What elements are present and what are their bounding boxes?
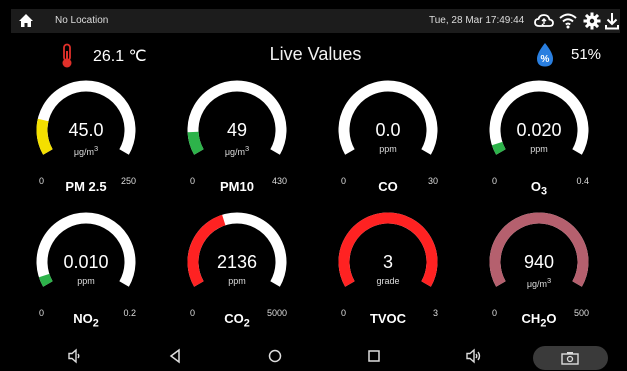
gauge-track [36, 212, 136, 287]
live-values-screen: 26.1 ℃ Live Values % 51% 45.0 μg/m3 PM 2.5… [11, 33, 620, 343]
gauge-track [36, 80, 136, 155]
gauge-track [489, 80, 589, 155]
gauge-min: 0 [39, 308, 45, 318]
recents-icon[interactable] [366, 348, 382, 369]
gauge-max: 3 [432, 308, 438, 318]
gauge-fill [338, 212, 438, 287]
gauge-value: 940 [523, 252, 555, 272]
navigation-bar [11, 343, 620, 370]
home-circle-icon[interactable] [267, 348, 283, 369]
gauge-unit: ppm [530, 144, 548, 154]
status-bar: No Location Tue, 28 Mar 17:49:44 [11, 9, 620, 33]
gauge-max: 0.4 [576, 176, 589, 186]
gauge-unit: ppm [379, 144, 397, 154]
gauge-unit: ppm [77, 276, 95, 286]
volume-up-icon[interactable] [465, 348, 483, 369]
gauge-max: 430 [271, 176, 287, 186]
gauge-unit: μg/m3 [526, 276, 552, 289]
gauge-value: 3 [382, 252, 393, 272]
gauge-max: 500 [573, 308, 589, 318]
gauge-max: 250 [120, 176, 136, 186]
screenshot-camera-icon [560, 350, 580, 371]
gauge-min: 0 [341, 308, 347, 318]
gauge-fill [489, 212, 589, 287]
cloud-sync-icon[interactable] [534, 12, 554, 35]
gauge-track [338, 80, 438, 155]
gauge-max: 5000 [266, 308, 287, 318]
gauge-min: 0 [492, 176, 498, 186]
datetime-label: Tue, 28 Mar 17:49:44 [429, 15, 525, 26]
wifi-icon[interactable] [558, 12, 578, 34]
volume-down-icon[interactable] [67, 348, 83, 369]
gauge-value: 0.020 [516, 120, 562, 140]
gauge-unit: grade [376, 276, 400, 286]
gauge-min: 0 [39, 176, 45, 186]
settings-gear-icon[interactable] [583, 12, 601, 35]
gauge-value: 0.0 [375, 120, 401, 140]
gauge-min: 0 [341, 176, 347, 186]
gauge-min: 0 [492, 308, 498, 318]
gauge-unit: μg/m3 [224, 144, 250, 157]
location-label: No Location [55, 15, 109, 26]
gauge-value: 49 [226, 120, 248, 140]
gauge-unit: μg/m3 [73, 144, 99, 157]
gauge-min: 0 [190, 176, 196, 186]
download-icon[interactable] [605, 12, 619, 35]
gauge-value: 2136 [216, 252, 258, 272]
gauge-value: 0.010 [63, 252, 109, 272]
gauge-min: 0 [190, 308, 196, 318]
screenshot-button[interactable] [533, 346, 608, 370]
gauge-unit: ppm [228, 276, 246, 286]
gauge-value: 45.0 [68, 120, 104, 140]
gauge-max: 30 [427, 176, 438, 186]
gauge-track [187, 80, 287, 155]
gauge-max: 0.2 [123, 308, 136, 318]
home-icon[interactable] [18, 13, 34, 33]
back-icon[interactable] [168, 348, 182, 369]
